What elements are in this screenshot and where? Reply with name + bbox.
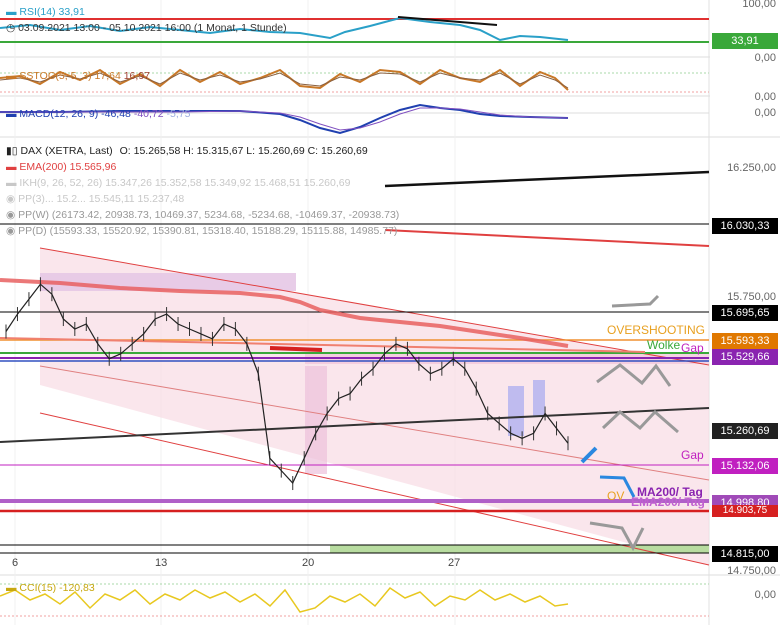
cci-axis-0: 0,00 (754, 589, 776, 601)
chart-canvas (0, 0, 780, 625)
sstoc-axis-0: 0,00 (754, 91, 776, 103)
price-tag-16030: 16.030,33 (712, 218, 778, 234)
rsi-axis-100: 100,00 (742, 0, 776, 10)
macd-label: MACD(12, 26, 9) (19, 108, 99, 120)
rsi-label: RSI(14) (19, 6, 56, 18)
price-tag-rsi: 33,91 (712, 33, 778, 49)
price-tag-14903: 14.903,75 (712, 505, 778, 517)
rsi-header: ▬ RSI(14) 33,91 (6, 6, 85, 18)
macd-value-3: -5,75 (166, 108, 191, 120)
price-tag-14815: 14.815,00 (712, 546, 778, 562)
ppd-header: ◉ PP(D) (15593.33, 15520.92, 15390.81, 1… (6, 225, 398, 237)
pp-faded-label: PP(3)... 15.2... 15.545,11 15.237,48 (18, 193, 185, 205)
macd-axis-0: 0,00 (754, 107, 776, 119)
x-label-6: 6 (12, 557, 19, 569)
price-tag-15132: 15.132,06 (712, 458, 778, 474)
macd-value-1: -46,48 (101, 108, 131, 120)
x-label-20: 20 (302, 557, 315, 569)
pp-faded-header: ◉ PP(3)... 15.2... 15.545,11 15.237,48 (6, 193, 185, 205)
x-label-27: 27 (448, 557, 461, 569)
long-trend-black (384, 170, 710, 188)
ov-label: OV (607, 489, 625, 503)
range-note: (1 Monat, 1 Stunde) (193, 22, 287, 34)
rsi-axis-0: 0,00 (754, 52, 776, 64)
ikh-label: IKH(9, 26, 52, 26) 15.347,26 (19, 177, 152, 189)
blue-box-2 (533, 380, 545, 416)
x-label-13: 13 (155, 557, 168, 569)
clock-icon: ◷ (6, 22, 16, 34)
red-arrow-marker (269, 346, 323, 352)
cci-label: CCI(15) (19, 582, 57, 594)
gap-upper-label: Gap (681, 341, 704, 355)
ppw-label: PP(W) (26173.42, 20938.73, 10469.37, 523… (18, 209, 400, 221)
ikh-header: ▬ IKH(9, 26, 52, 26) 15.347,26 15.352,58… (6, 177, 351, 189)
instrument-header: ▮▯ DAX (XETRA, Last) O: 15.265,58 H: 15.… (6, 145, 368, 158)
instrument-ohlc: O: 15.265,58 H: 15.315,67 L: 15.260,69 C… (119, 145, 368, 157)
sstoc-label: SSTOC(5, 5, 3) (19, 70, 92, 82)
rsi-value: 33,91 (58, 6, 85, 18)
macd-header: ▬ MACD(12, 26, 9) -46,48 -40,72 -5,75 (6, 108, 191, 120)
sstoc-header: ▬ SSTOC(5, 5, 3) 17,64 16,97 (6, 70, 150, 82)
wolke-label: Wolke (647, 338, 681, 352)
ppw-header: ◉ PP(W) (26173.42, 20938.73, 10469.37, 5… (6, 209, 400, 221)
candles-icon: ▮▯ (6, 145, 18, 157)
red-descending-line (384, 229, 710, 247)
range-text: 03.09.2021 13:00 - 05.10.2021 16:00 (18, 22, 191, 34)
ema-header: ▬ EMA(200) 15.565,96 (6, 161, 117, 173)
zone-box-1 (40, 273, 296, 291)
sstoc-value-2: 16,97 (123, 70, 150, 82)
cci-value: -120,83 (59, 582, 95, 594)
price-tag-15529: 15.529,66 (712, 349, 778, 365)
price-axis-15750: 15.750,00 (727, 291, 776, 303)
trend-channel-fill (40, 248, 709, 565)
price-tag-15593: 15.593,33 (712, 333, 778, 349)
price-tag-15260: 15.260,69 (712, 423, 778, 439)
price-tag-15695: 15.695,65 (712, 305, 778, 321)
ema200-tag-label: EMA200/ Tag (631, 495, 705, 509)
range-header: ◷ 03.09.2021 13:00 - 05.10.2021 16:00 (1… (6, 22, 287, 35)
cci-header: ▬ CCI(15) -120,83 (6, 582, 95, 594)
ikh-extra: 15.352,58 15.349,92 15.468,51 15.260,69 (154, 177, 351, 189)
instrument-name: DAX (XETRA, Last) (20, 145, 113, 157)
price-axis-14750: 14.750,00 (727, 565, 776, 577)
up-arrow-gray (611, 294, 660, 308)
overshooting-label: OVERSHOOTING (607, 323, 706, 337)
price-axis-16250: 16.250,00 (727, 162, 776, 174)
ema-label: EMA(200) 15.565,96 (19, 161, 117, 173)
gap-lower-label: Gap (681, 448, 704, 462)
sstoc-value-1: 17,64 (94, 70, 121, 82)
macd-value-2: -40,72 (133, 108, 164, 120)
ppd-label: PP(D) (15593.33, 15520.92, 15390.81, 153… (18, 225, 398, 237)
